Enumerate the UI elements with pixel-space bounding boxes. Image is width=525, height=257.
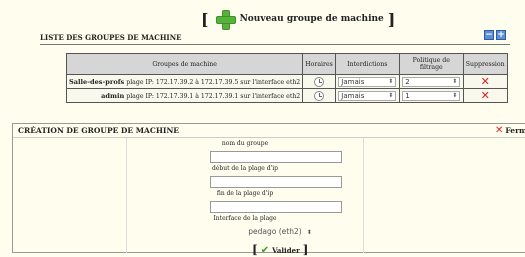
ban-value: Jamais bbox=[341, 91, 365, 100]
new-group-action[interactable]: [ Nouveau groupe de machine ] bbox=[201, 8, 395, 30]
group-range: plage IP: 172.17.39.1 à 172.17.39.1 sur … bbox=[124, 92, 301, 100]
close-bracket: ] bbox=[387, 9, 396, 29]
delete-icon[interactable]: ✕ bbox=[481, 89, 490, 102]
col-hours: Horaires bbox=[302, 53, 336, 75]
iface-label: Interface de la plage bbox=[213, 215, 277, 222]
end-ip-label: fin de la plage d'ip bbox=[216, 190, 274, 197]
col-groups: Groupes de machine bbox=[65, 53, 304, 75]
ban-cell: Jamais ⬍ bbox=[334, 88, 400, 103]
delete-cell: ✕ bbox=[462, 88, 508, 103]
col-bans: Interdictions bbox=[334, 53, 400, 75]
updown-icon: ⬍ bbox=[452, 77, 458, 85]
group-name: admin bbox=[101, 91, 125, 100]
policy-cell: 2 ⬍ bbox=[398, 74, 464, 89]
policy-cell: 1 ⬍ bbox=[398, 88, 464, 103]
ban-cell: Jamais ⬍ bbox=[334, 74, 400, 89]
clock-icon[interactable] bbox=[314, 90, 325, 101]
updown-icon: ⬍ bbox=[388, 77, 394, 85]
start-ip-field[interactable] bbox=[210, 176, 342, 188]
hours-cell bbox=[302, 88, 336, 103]
check-icon[interactable]: ✔ bbox=[261, 245, 269, 256]
updown-icon: ⬍ bbox=[306, 229, 312, 236]
group-desc-cell: Salle-des-profs plage IP: 172.17.39.2 à … bbox=[65, 74, 304, 89]
policy-value: 1 bbox=[405, 91, 410, 100]
expand-button[interactable]: + bbox=[496, 30, 506, 40]
col-policy: Politique de filtrage bbox=[398, 53, 464, 75]
table-row: Salle-des-profs plage IP: 172.17.39.2 à … bbox=[65, 74, 508, 89]
new-group-link[interactable]: Nouveau groupe de machine bbox=[240, 14, 384, 24]
ban-value: Jamais bbox=[341, 77, 365, 86]
hours-cell bbox=[302, 74, 336, 89]
name-field[interactable] bbox=[210, 151, 342, 163]
ban-select[interactable]: Jamais ⬍ bbox=[338, 90, 397, 101]
create-panel-header: CRÉATION DE GROUPE DE MACHINE ✕ Ferm bbox=[13, 124, 525, 138]
close-icon[interactable]: ✕ bbox=[495, 125, 503, 136]
group-name: Salle-des-profs bbox=[69, 77, 125, 86]
open-bracket: [ bbox=[252, 243, 258, 257]
create-form: nom du groupe début de la plage d'ip fin… bbox=[126, 138, 364, 257]
close-bracket: ] bbox=[302, 243, 309, 257]
plus-icon[interactable] bbox=[215, 9, 236, 30]
policy-value: 2 bbox=[405, 77, 410, 86]
table-header-row: Groupes de machine Horaires Interdiction… bbox=[65, 53, 508, 75]
group-range: plage IP: 172.17.39.2 à 172.17.39.5 sur … bbox=[124, 78, 301, 86]
groups-table: Groupes de machine Horaires Interdiction… bbox=[65, 53, 508, 103]
updown-icon: ⬍ bbox=[452, 91, 458, 99]
updown-icon: ⬍ bbox=[388, 91, 394, 99]
col-delete: Suppression bbox=[462, 53, 508, 75]
delete-cell: ✕ bbox=[462, 74, 508, 89]
submit-button[interactable]: [ ✔ Valider ] bbox=[252, 243, 308, 257]
policy-select[interactable]: 1 ⬍ bbox=[402, 90, 461, 101]
submit-label[interactable]: Valider bbox=[272, 246, 300, 255]
name-label: nom du groupe bbox=[221, 140, 269, 147]
group-desc-cell: admin plage IP: 172.17.39.1 à 172.17.39.… bbox=[65, 88, 304, 103]
create-group-panel: CRÉATION DE GROUPE DE MACHINE ✕ Ferm nom… bbox=[12, 123, 525, 257]
delete-icon[interactable]: ✕ bbox=[481, 75, 490, 88]
close-label[interactable]: Ferm bbox=[505, 126, 525, 135]
iface-select[interactable]: pedago (eth2) ⬍ bbox=[240, 226, 320, 237]
create-title: CRÉATION DE GROUPE DE MACHINE bbox=[18, 126, 180, 135]
policy-select[interactable]: 2 ⬍ bbox=[402, 76, 461, 87]
start-ip-label: début de la plage d'ip bbox=[211, 165, 278, 172]
open-bracket: [ bbox=[201, 9, 209, 29]
ban-select[interactable]: Jamais ⬍ bbox=[338, 76, 397, 87]
list-section-header: LISTE DES GROUPES DE MACHINE − + bbox=[40, 30, 510, 45]
list-title: LISTE DES GROUPES DE MACHINE bbox=[40, 33, 182, 42]
iface-value: pedago (eth2) bbox=[248, 227, 302, 236]
table-row: admin plage IP: 172.17.39.1 à 172.17.39.… bbox=[65, 88, 508, 103]
collapse-button[interactable]: − bbox=[484, 30, 494, 40]
clock-icon[interactable] bbox=[314, 76, 325, 87]
end-ip-field[interactable] bbox=[210, 201, 342, 213]
close-button[interactable]: ✕ Ferm bbox=[495, 125, 525, 136]
